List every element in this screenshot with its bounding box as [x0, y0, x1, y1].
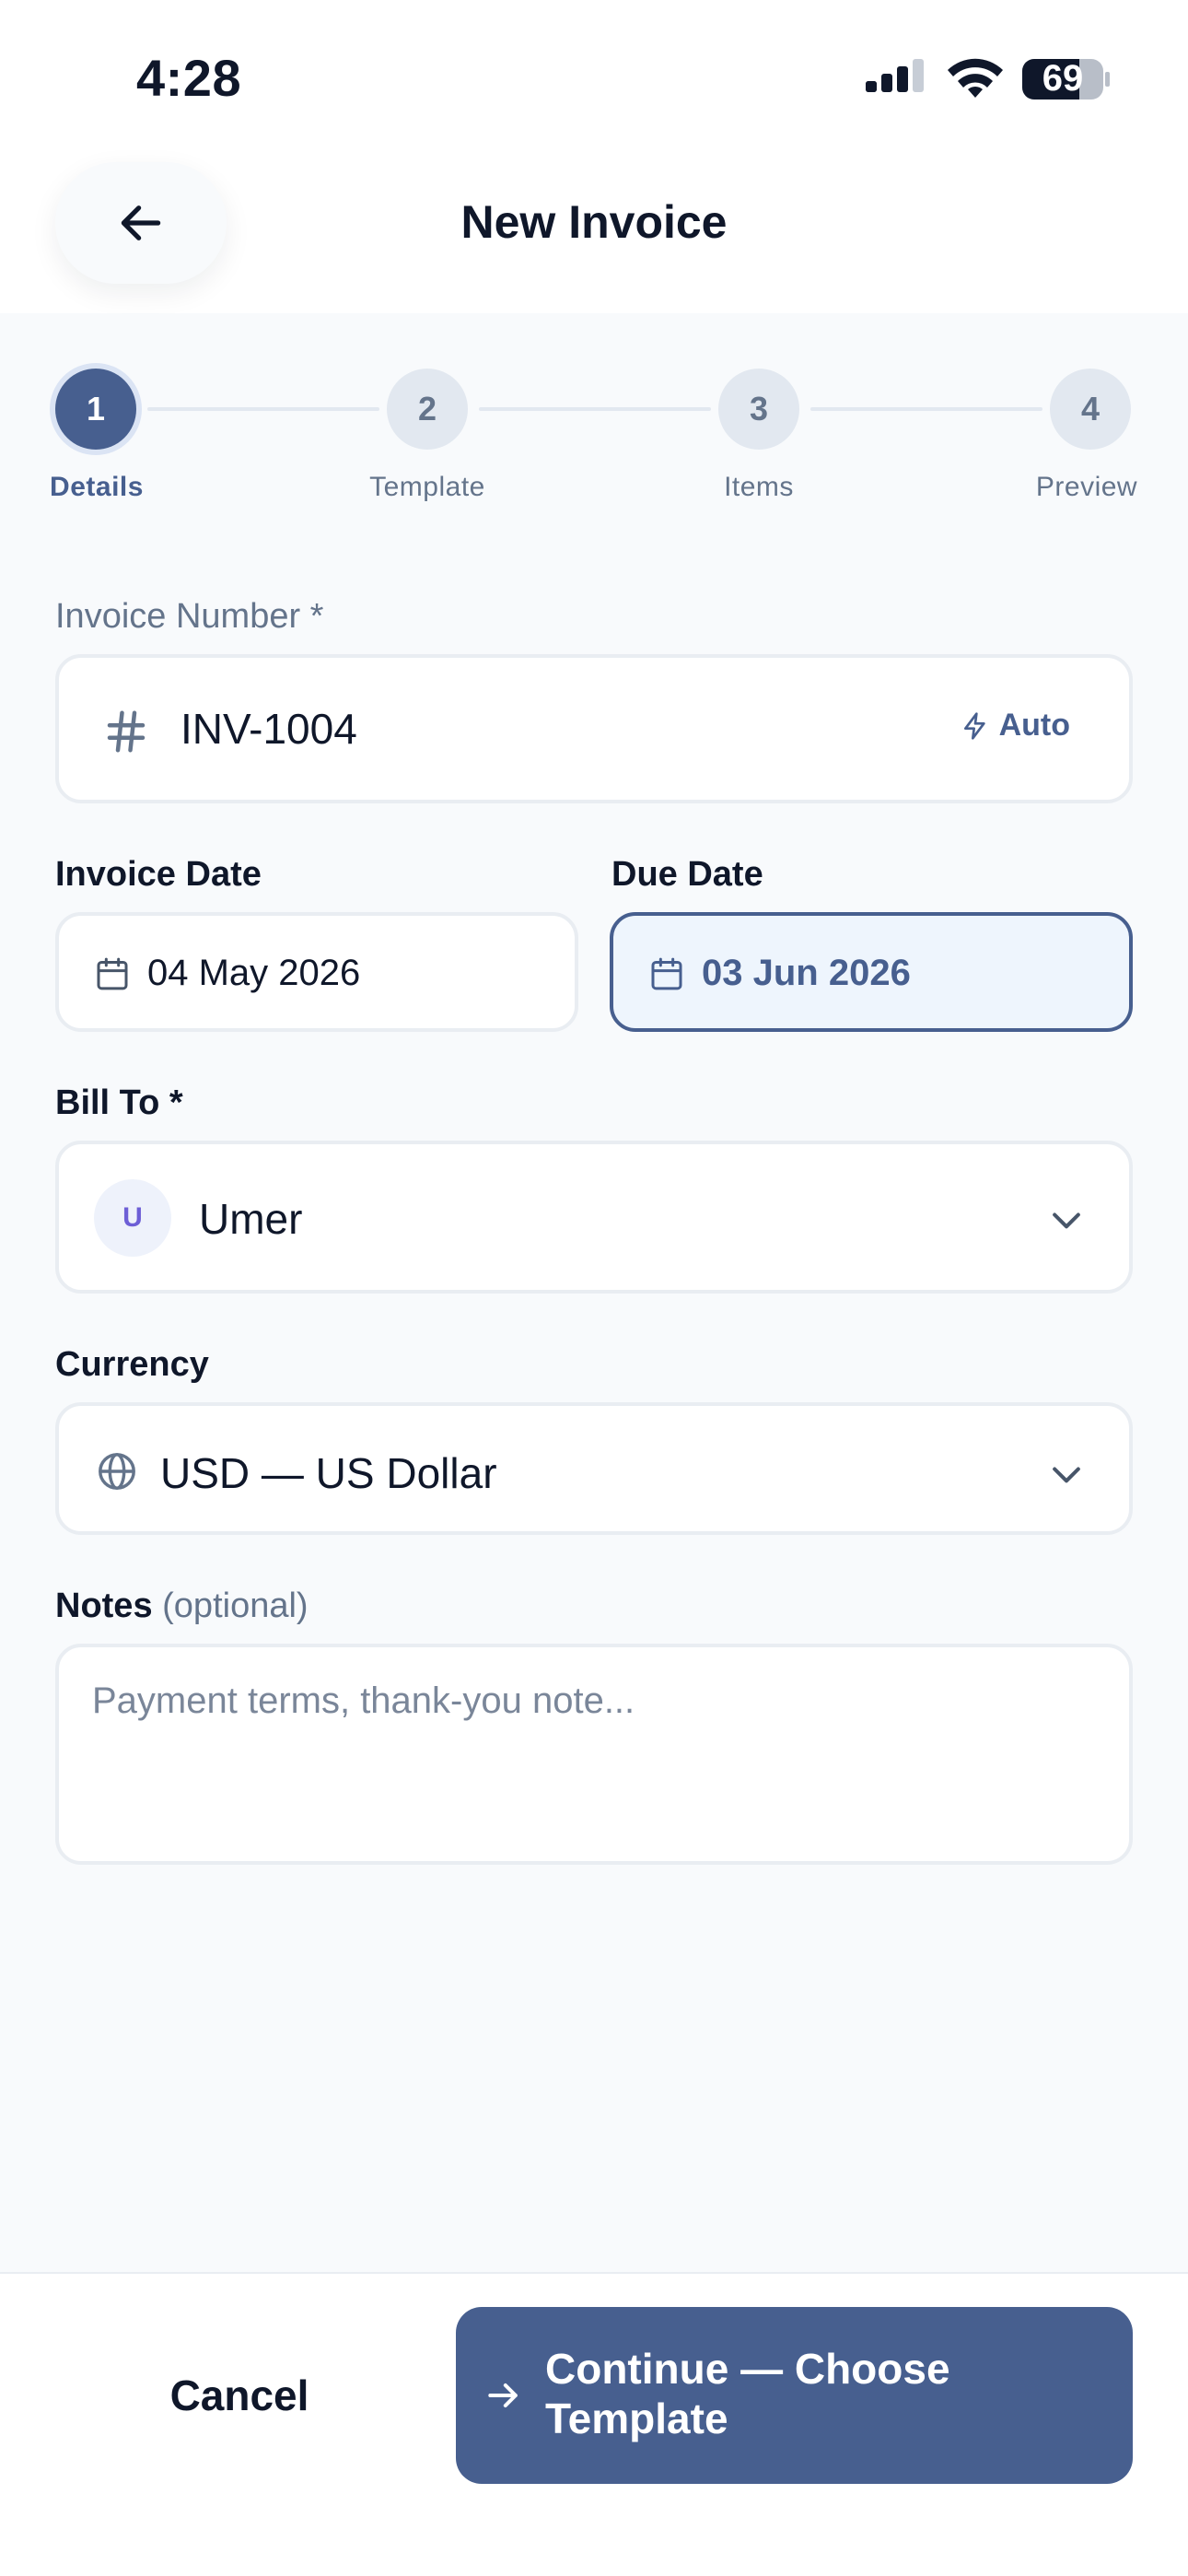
invoice-number-field[interactable]: INV-1004 Auto: [55, 654, 1133, 803]
auto-generate-button[interactable]: Auto: [961, 708, 1070, 744]
status-time: 4:28: [136, 49, 242, 107]
notes-field: [55, 1644, 1133, 1865]
cellular-signal-icon: [866, 59, 924, 92]
cancel-button[interactable]: Cancel: [55, 2307, 424, 2484]
currency-select[interactable]: USD — US Dollar: [55, 1402, 1133, 1535]
due-date-value: 03 Jun 2026: [702, 953, 911, 993]
step-2-indicator[interactable]: 2: [387, 369, 468, 450]
step-1-indicator[interactable]: 1: [55, 369, 136, 450]
chevron-down-icon: [1053, 1467, 1080, 1483]
page-title: New Invoice: [460, 196, 728, 248]
continue-button[interactable]: Continue — Choose Template: [456, 2307, 1133, 2484]
wifi-icon: [948, 58, 1003, 98]
notes-label: Notes (optional): [55, 1587, 309, 1626]
app-header: New Invoice: [0, 147, 1188, 313]
invoice-date-label: Invoice Date: [55, 855, 262, 894]
bill-to-select[interactable]: U Umer: [55, 1141, 1133, 1294]
client-avatar: U: [94, 1179, 171, 1257]
step-connector: [810, 407, 1042, 411]
invoice-number-value: INV-1004: [181, 705, 357, 753]
hash-icon: [107, 710, 146, 753]
step-3-label: Items: [724, 472, 794, 502]
continue-label: Continue — Choose Template: [545, 2345, 950, 2442]
bill-to-label: Bill To *: [55, 1083, 183, 1122]
invoice-date-value: 04 May 2026: [147, 953, 361, 993]
step-1-label: Details: [50, 472, 144, 502]
currency-value: USD — US Dollar: [160, 1449, 497, 1497]
calendar-icon: [651, 957, 682, 990]
step-connector: [479, 407, 711, 411]
invoice-number-label: Invoice Number *: [55, 597, 324, 636]
footer-actions: Cancel Continue — Choose Template: [0, 2272, 1188, 2576]
lightning-icon: [963, 711, 985, 740]
progress-stepper: 1 2 3 4 Details Template Items Preview: [0, 369, 1188, 516]
globe-icon: [99, 1453, 135, 1490]
notes-label-text: Notes: [55, 1587, 153, 1625]
arrow-right-icon: [488, 2383, 518, 2408]
step-connector: [147, 407, 379, 411]
bill-to-value: Umer: [199, 1195, 303, 1243]
status-bar: 4:28 69: [0, 0, 1188, 147]
new-invoice-screen: 4:28 69 New Invoice 1 2 3 4 Details Temp…: [0, 0, 1188, 2576]
auto-label: Auto: [998, 708, 1070, 743]
calendar-icon: [97, 957, 128, 990]
step-2-label: Template: [369, 472, 485, 502]
due-date-field[interactable]: 03 Jun 2026: [610, 912, 1133, 1032]
notes-textarea[interactable]: [92, 1680, 1096, 1828]
currency-label: Currency: [55, 1345, 209, 1384]
battery-percentage: 69: [1042, 58, 1084, 99]
step-3-indicator[interactable]: 3: [718, 369, 799, 450]
invoice-date-field[interactable]: 04 May 2026: [55, 912, 578, 1032]
due-date-label: Due Date: [611, 855, 763, 894]
step-4-label: Preview: [1035, 472, 1138, 502]
chevron-down-icon: [1053, 1212, 1080, 1229]
step-4-indicator[interactable]: 4: [1050, 369, 1131, 450]
notes-optional-hint: (optional): [162, 1587, 309, 1625]
